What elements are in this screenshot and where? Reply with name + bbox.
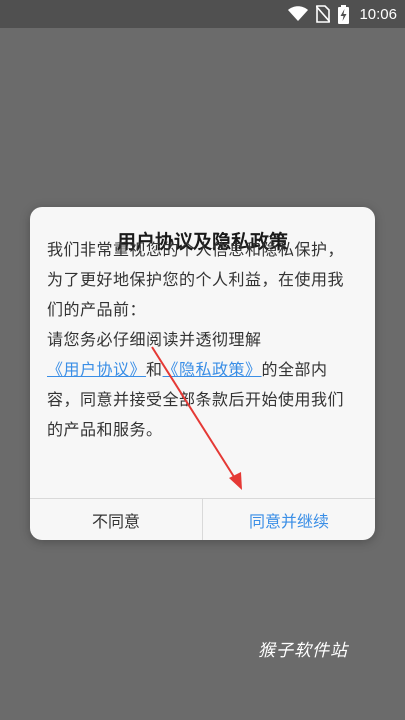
no-sim-icon	[316, 5, 331, 23]
dialog-buttons: 不同意 同意并继续	[30, 498, 375, 540]
dialog-consent-text: 请您务必仔细阅读并透彻理解《用户协议》和《隐私政策》的全部内容，同意并接受全部条…	[47, 325, 359, 445]
status-time: 10:06	[359, 5, 397, 23]
decline-button[interactable]: 不同意	[30, 499, 203, 540]
status-icons: 10:06	[288, 0, 397, 28]
accept-button[interactable]: 同意并继续	[203, 499, 375, 540]
privacy-policy-link[interactable]: 《隐私政策》	[163, 360, 262, 379]
consent-prefix: 请您务必仔细阅读并透彻理解	[47, 330, 262, 349]
user-agreement-link[interactable]: 《用户协议》	[47, 360, 146, 379]
watermark: 猴子软件站	[258, 641, 348, 661]
privacy-dialog: 用户协议及隐私政策 我们非常重视您的个人信息和隐私保护，为了更好地保护您的个人利…	[30, 207, 375, 540]
status-bar: 10:06	[0, 0, 405, 28]
dialog-body: 我们非常重视您的个人信息和隐私保护，为了更好地保护您的个人利益，在使用我们的产品…	[47, 235, 359, 445]
wifi-icon	[288, 6, 309, 22]
battery-charging-icon	[338, 4, 350, 24]
dialog-intro-text: 我们非常重视您的个人信息和隐私保护，为了更好地保护您的个人利益，在使用我们的产品…	[47, 240, 345, 319]
consent-and: 和	[146, 360, 163, 379]
